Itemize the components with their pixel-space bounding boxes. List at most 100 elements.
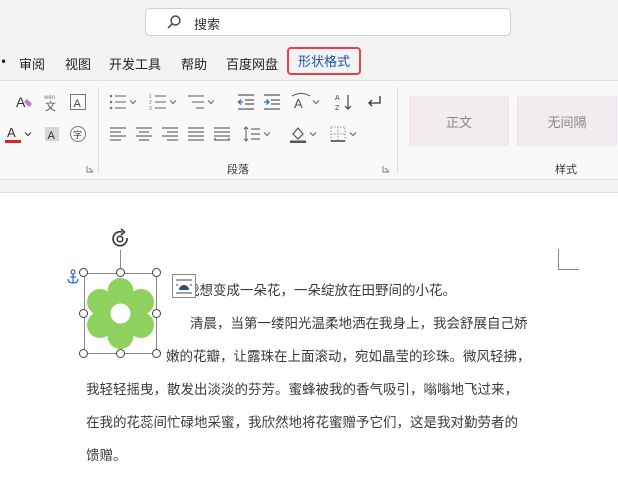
resize-handle-left[interactable]	[79, 309, 88, 318]
enclose-character-button[interactable]: 字	[68, 124, 88, 144]
highlight-button[interactable]: A	[14, 92, 34, 112]
document-line[interactable]: 嫩的花瓣，让露珠在上面滚动，宛如晶莹的珍珠。微风轻拂，	[166, 345, 531, 365]
character-border-button[interactable]: A	[68, 92, 88, 112]
resize-handle-top-right[interactable]	[152, 268, 161, 277]
borders-icon	[330, 126, 346, 142]
font-color-button[interactable]: A	[4, 124, 24, 144]
align-right-button[interactable]	[160, 124, 180, 144]
align-center-button[interactable]	[134, 124, 154, 144]
paragraph-dialog-launcher-icon[interactable]	[382, 165, 390, 173]
group-separator	[397, 87, 398, 173]
style-normal[interactable]: 正文	[409, 96, 509, 146]
justify-icon	[188, 127, 204, 141]
tab-view[interactable]: 视图	[65, 54, 91, 73]
style-no-spacing[interactable]: 无间隔	[517, 96, 617, 146]
numbering-dropdown[interactable]	[168, 92, 178, 112]
resize-handle-top[interactable]	[116, 268, 125, 277]
justify-button[interactable]	[186, 124, 206, 144]
layout-options-button[interactable]	[172, 274, 196, 298]
chevron-down-icon	[169, 100, 177, 105]
multilevel-list-dropdown[interactable]	[206, 92, 216, 112]
decrease-indent-button[interactable]	[236, 92, 256, 112]
tab-developer[interactable]: 开发工具	[109, 54, 161, 73]
resize-handle-bottom[interactable]	[116, 349, 125, 358]
search-placeholder: 搜索	[194, 18, 221, 33]
document-line[interactable]: 我轻轻摇曳，散发出淡淡的芬芳。蜜蜂被我的香气吸引，嗡嗡地飞过来，	[86, 378, 518, 398]
chevron-down-icon	[349, 132, 357, 137]
multilevel-list-button[interactable]	[186, 92, 206, 112]
bullets-button[interactable]	[108, 92, 128, 112]
shading-dropdown[interactable]	[308, 124, 318, 144]
shape-selection-box[interactable]	[84, 273, 157, 354]
tab-review[interactable]: 审阅	[19, 54, 45, 73]
svg-text:A: A	[335, 95, 340, 102]
chinese-layout-dropdown[interactable]	[311, 92, 321, 112]
resize-handle-right[interactable]	[152, 309, 161, 318]
numbering-button[interactable]: 123	[148, 92, 168, 112]
svg-text:A: A	[7, 125, 16, 140]
svg-text:3: 3	[149, 106, 152, 112]
chevron-down-icon	[309, 132, 317, 137]
shading-button[interactable]	[288, 124, 308, 144]
resize-handle-bottom-left[interactable]	[79, 349, 88, 358]
align-left-button[interactable]	[108, 124, 128, 144]
chevron-down-icon	[129, 100, 137, 105]
character-shading-icon: A	[45, 127, 59, 142]
paragraph-group-label: 段落	[227, 163, 249, 176]
document-line[interactable]: 清晨，当第一缕阳光温柔地洒在我身上，我会舒展自己娇	[190, 312, 528, 332]
rotate-handle-icon[interactable]	[110, 228, 132, 250]
distributed-icon	[213, 127, 231, 141]
paragraph-mark-button[interactable]	[365, 92, 385, 112]
title-bar: 搜索	[0, 0, 618, 44]
tab-shape-format[interactable]: 形状格式	[287, 47, 362, 75]
decrease-indent-icon	[237, 94, 254, 110]
chinese-layout-button[interactable]: A	[291, 92, 311, 112]
svg-text:A: A	[294, 96, 303, 111]
svg-text:Z: Z	[335, 105, 340, 112]
svg-text:A: A	[74, 98, 82, 110]
document-line[interactable]: 我想变成一朵花，一朵绽放在田野间的小花。	[186, 279, 456, 299]
distributed-button[interactable]	[212, 124, 232, 144]
resize-handle-bottom-right[interactable]	[152, 349, 161, 358]
bullets-icon	[109, 94, 126, 110]
svg-text:字: 字	[73, 129, 82, 140]
paragraph-mark-icon	[368, 96, 381, 107]
flower-shape[interactable]	[85, 274, 156, 353]
numbering-icon: 123	[149, 94, 166, 112]
sort-button[interactable]: AZ	[334, 92, 354, 112]
document-line[interactable]: 馈赠。	[86, 444, 127, 464]
borders-button[interactable]	[328, 124, 348, 144]
chevron-down-icon	[207, 100, 215, 105]
tab-baidu-netdisk[interactable]: 百度网盘	[226, 54, 278, 73]
character-border-icon: A	[70, 94, 86, 110]
font-color-dropdown[interactable]	[22, 124, 34, 144]
tab-help[interactable]: 帮助	[181, 54, 207, 73]
svg-text:A: A	[48, 130, 56, 142]
shading-icon	[290, 127, 306, 143]
document-line[interactable]: 在我的花蕊间忙碌地采蜜，我欣然地将花蜜赠予它们，这是我对勤劳者的	[86, 411, 518, 431]
increase-indent-button[interactable]	[262, 92, 282, 112]
ribbon-tabs: • 审阅 视图 开发工具 帮助 百度网盘 形状格式	[0, 46, 618, 80]
anchor-icon	[67, 269, 79, 284]
phonetic-guide-icon: wén 文	[43, 95, 56, 112]
line-spacing-dropdown[interactable]	[262, 124, 272, 144]
svg-text:文: 文	[45, 99, 56, 112]
search-box[interactable]: 搜索	[145, 8, 511, 36]
search-icon	[167, 15, 181, 29]
phonetic-guide-button[interactable]: wén 文	[42, 92, 62, 112]
font-dialog-launcher-icon[interactable]	[86, 165, 94, 173]
multilevel-list-icon	[188, 95, 204, 109]
line-spacing-icon	[243, 126, 260, 142]
character-shading-button[interactable]: A	[42, 124, 62, 144]
enclose-character-icon: 字	[70, 126, 86, 142]
align-right-icon	[162, 127, 178, 141]
tab-overflow-edge: •	[0, 55, 8, 69]
align-center-icon	[136, 127, 152, 141]
line-spacing-button[interactable]	[242, 124, 262, 144]
chevron-down-icon	[312, 100, 320, 105]
borders-dropdown[interactable]	[348, 124, 358, 144]
group-separator	[98, 87, 99, 173]
sort-icon: AZ	[335, 95, 352, 112]
bullets-dropdown[interactable]	[128, 92, 138, 112]
resize-handle-top-left[interactable]	[79, 268, 88, 277]
